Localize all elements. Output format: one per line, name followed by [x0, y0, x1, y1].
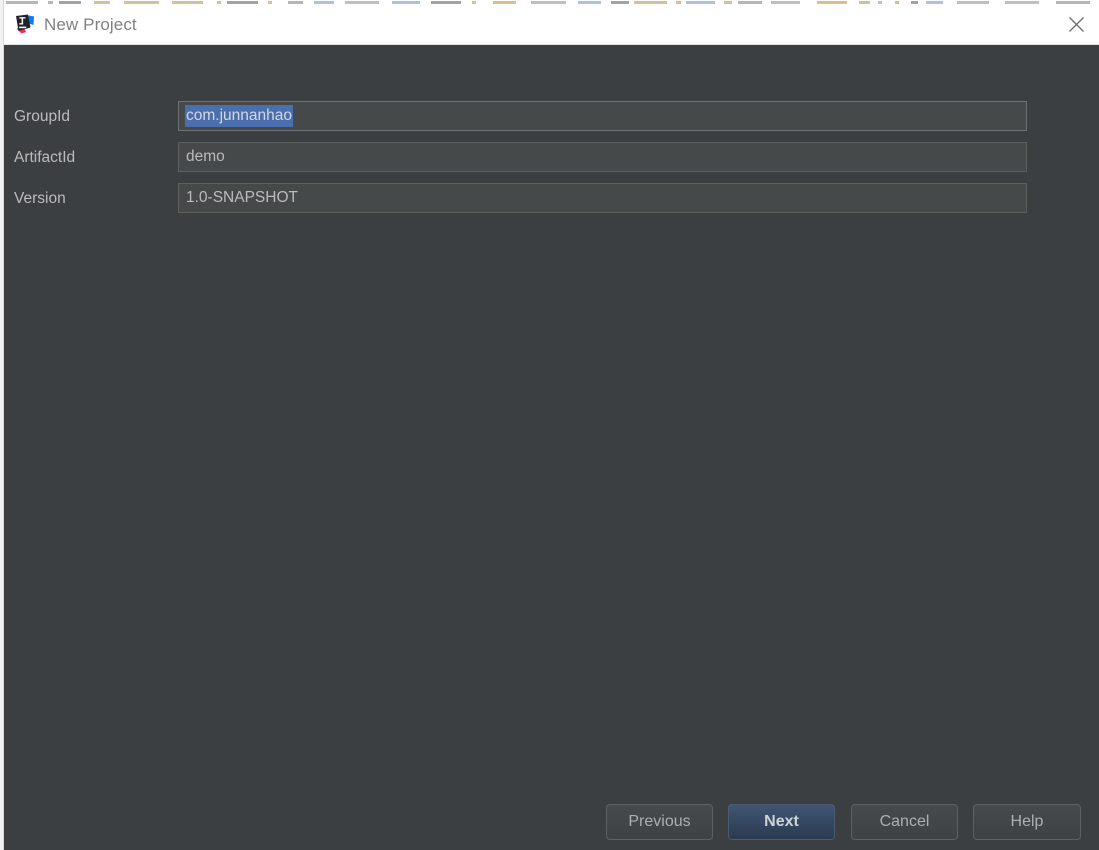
version-value: 1.0-SNAPSHOT	[186, 189, 298, 207]
cancel-button[interactable]: Cancel	[851, 804, 958, 840]
help-button[interactable]: Help	[973, 804, 1081, 840]
artifact-id-label: ArtifactId	[14, 149, 76, 166]
intellij-idea-logo-icon	[15, 14, 35, 34]
form-row-version: Version 1.0-SNAPSHOT	[4, 183, 1031, 224]
dialog-content: GroupId com.junnanhao ArtifactId demo Ve…	[4, 45, 1099, 850]
group-id-input[interactable]: com.junnanhao	[178, 101, 1027, 131]
close-icon[interactable]	[1053, 4, 1099, 44]
next-button[interactable]: Next	[728, 804, 835, 840]
previous-button[interactable]: Previous	[606, 804, 713, 840]
group-id-value: com.junnanhao	[185, 104, 293, 128]
dialog-footer: Previous Next Cancel Help	[4, 794, 1099, 850]
version-label: Version	[14, 190, 66, 207]
group-id-label: GroupId	[14, 108, 71, 125]
version-input[interactable]: 1.0-SNAPSHOT	[178, 183, 1027, 213]
artifact-id-value: demo	[186, 148, 225, 166]
dialog-title-bar: New Project	[4, 4, 1099, 45]
form-row-artifact-id: ArtifactId demo	[4, 142, 1031, 183]
dialog-title: New Project	[44, 14, 137, 34]
form-row-group-id: GroupId com.junnanhao	[4, 101, 1031, 142]
artifact-id-input[interactable]: demo	[178, 142, 1027, 172]
maven-coordinates-form: GroupId com.junnanhao ArtifactId demo Ve…	[4, 101, 1031, 224]
new-project-dialog: New Project GroupId com.junnanhao Artifa…	[4, 4, 1099, 850]
